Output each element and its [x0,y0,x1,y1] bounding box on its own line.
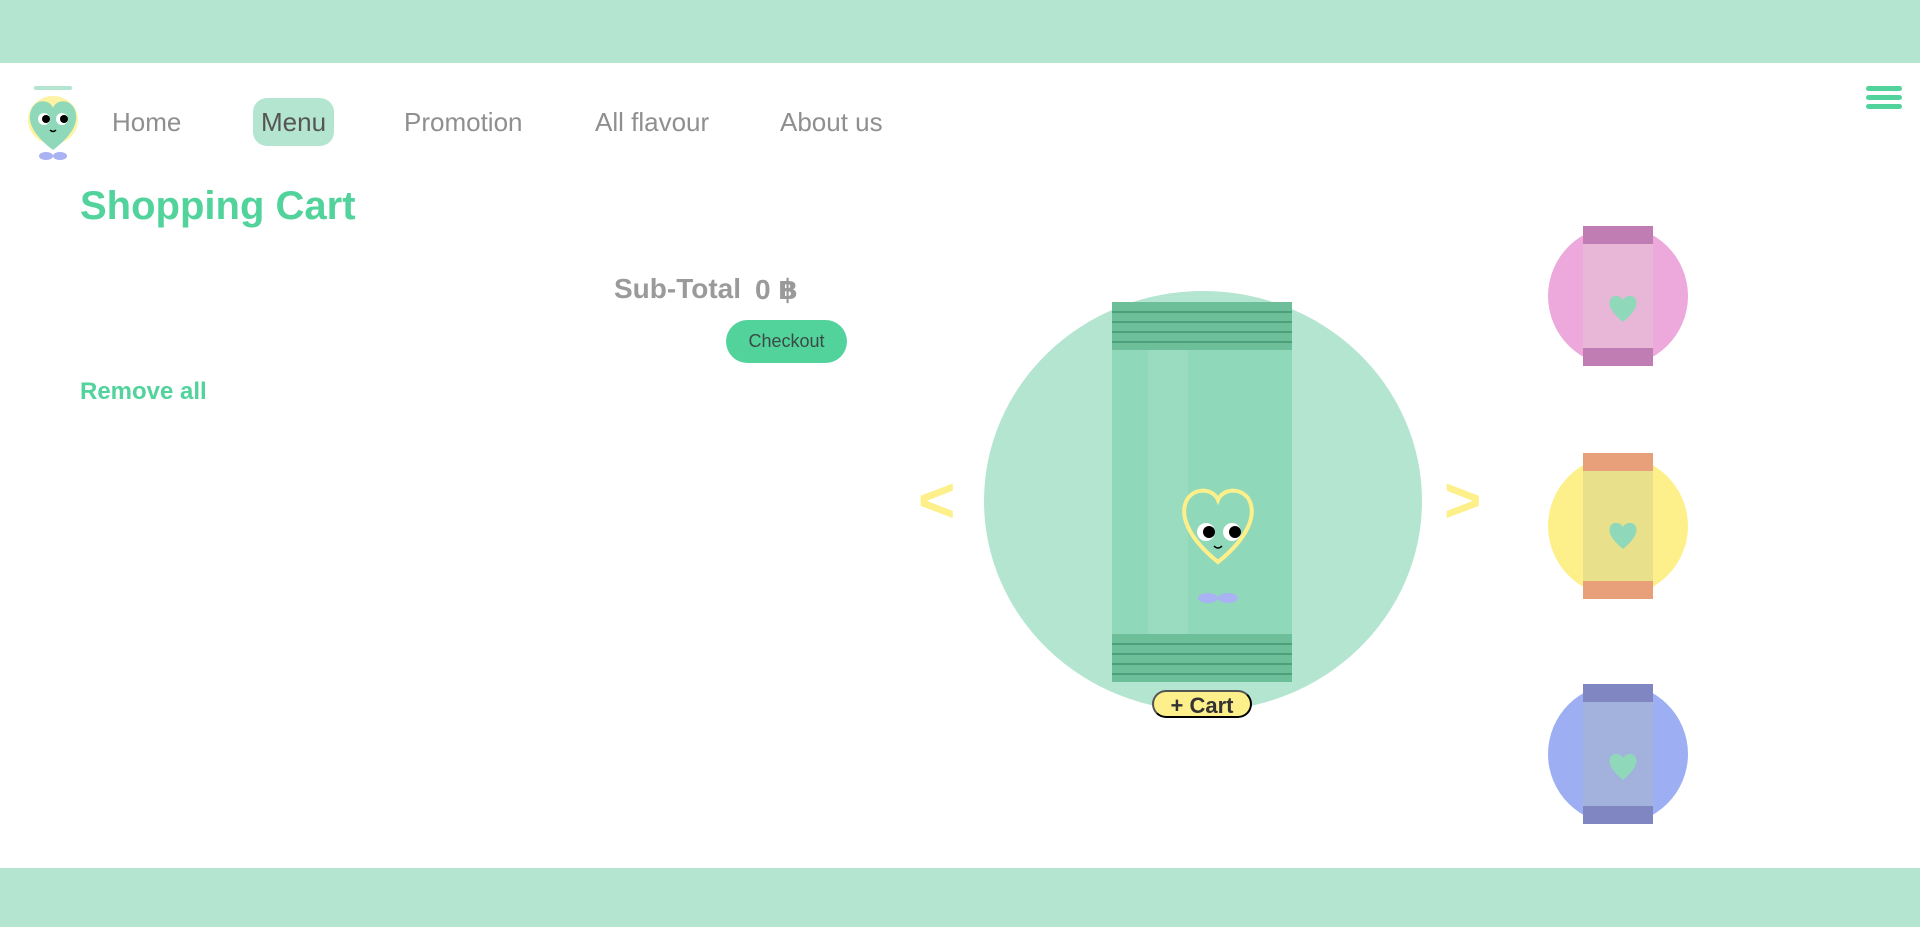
top-banner [0,0,1920,63]
add-to-cart-button[interactable]: + Cart [1152,690,1252,718]
footer-banner [0,868,1920,927]
hamburger-line [1866,95,1902,100]
subtotal-label: Sub-Total [614,273,742,304]
remove-all-link[interactable]: Remove all [80,378,207,406]
thumbnail-pink-pack[interactable] [1583,226,1653,366]
hamburger-line [1866,86,1902,91]
carousel-prev-button[interactable]: < [918,468,955,532]
nav-promotion[interactable]: Promotion [396,98,531,146]
thumbnail-blue-pack[interactable] [1583,684,1653,824]
nav-all-flavour[interactable]: All flavour [587,98,717,146]
page-title: Shopping Cart [80,184,356,228]
subtotal-value: 0 ฿ [755,274,798,305]
featured-product-pack[interactable] [1108,302,1296,682]
nav-about-us[interactable]: About us [772,98,891,146]
checkout-button[interactable]: Checkout [726,320,847,363]
nav-home[interactable]: Home [104,98,189,146]
thumbnail-yellow-pack[interactable] [1583,453,1653,599]
hamburger-menu-icon[interactable] [1866,86,1902,112]
carousel-next-button[interactable]: > [1444,468,1481,532]
hamburger-line [1866,104,1902,109]
logo-mascot-icon[interactable] [20,82,86,162]
nav-menu[interactable]: Menu [253,98,335,146]
